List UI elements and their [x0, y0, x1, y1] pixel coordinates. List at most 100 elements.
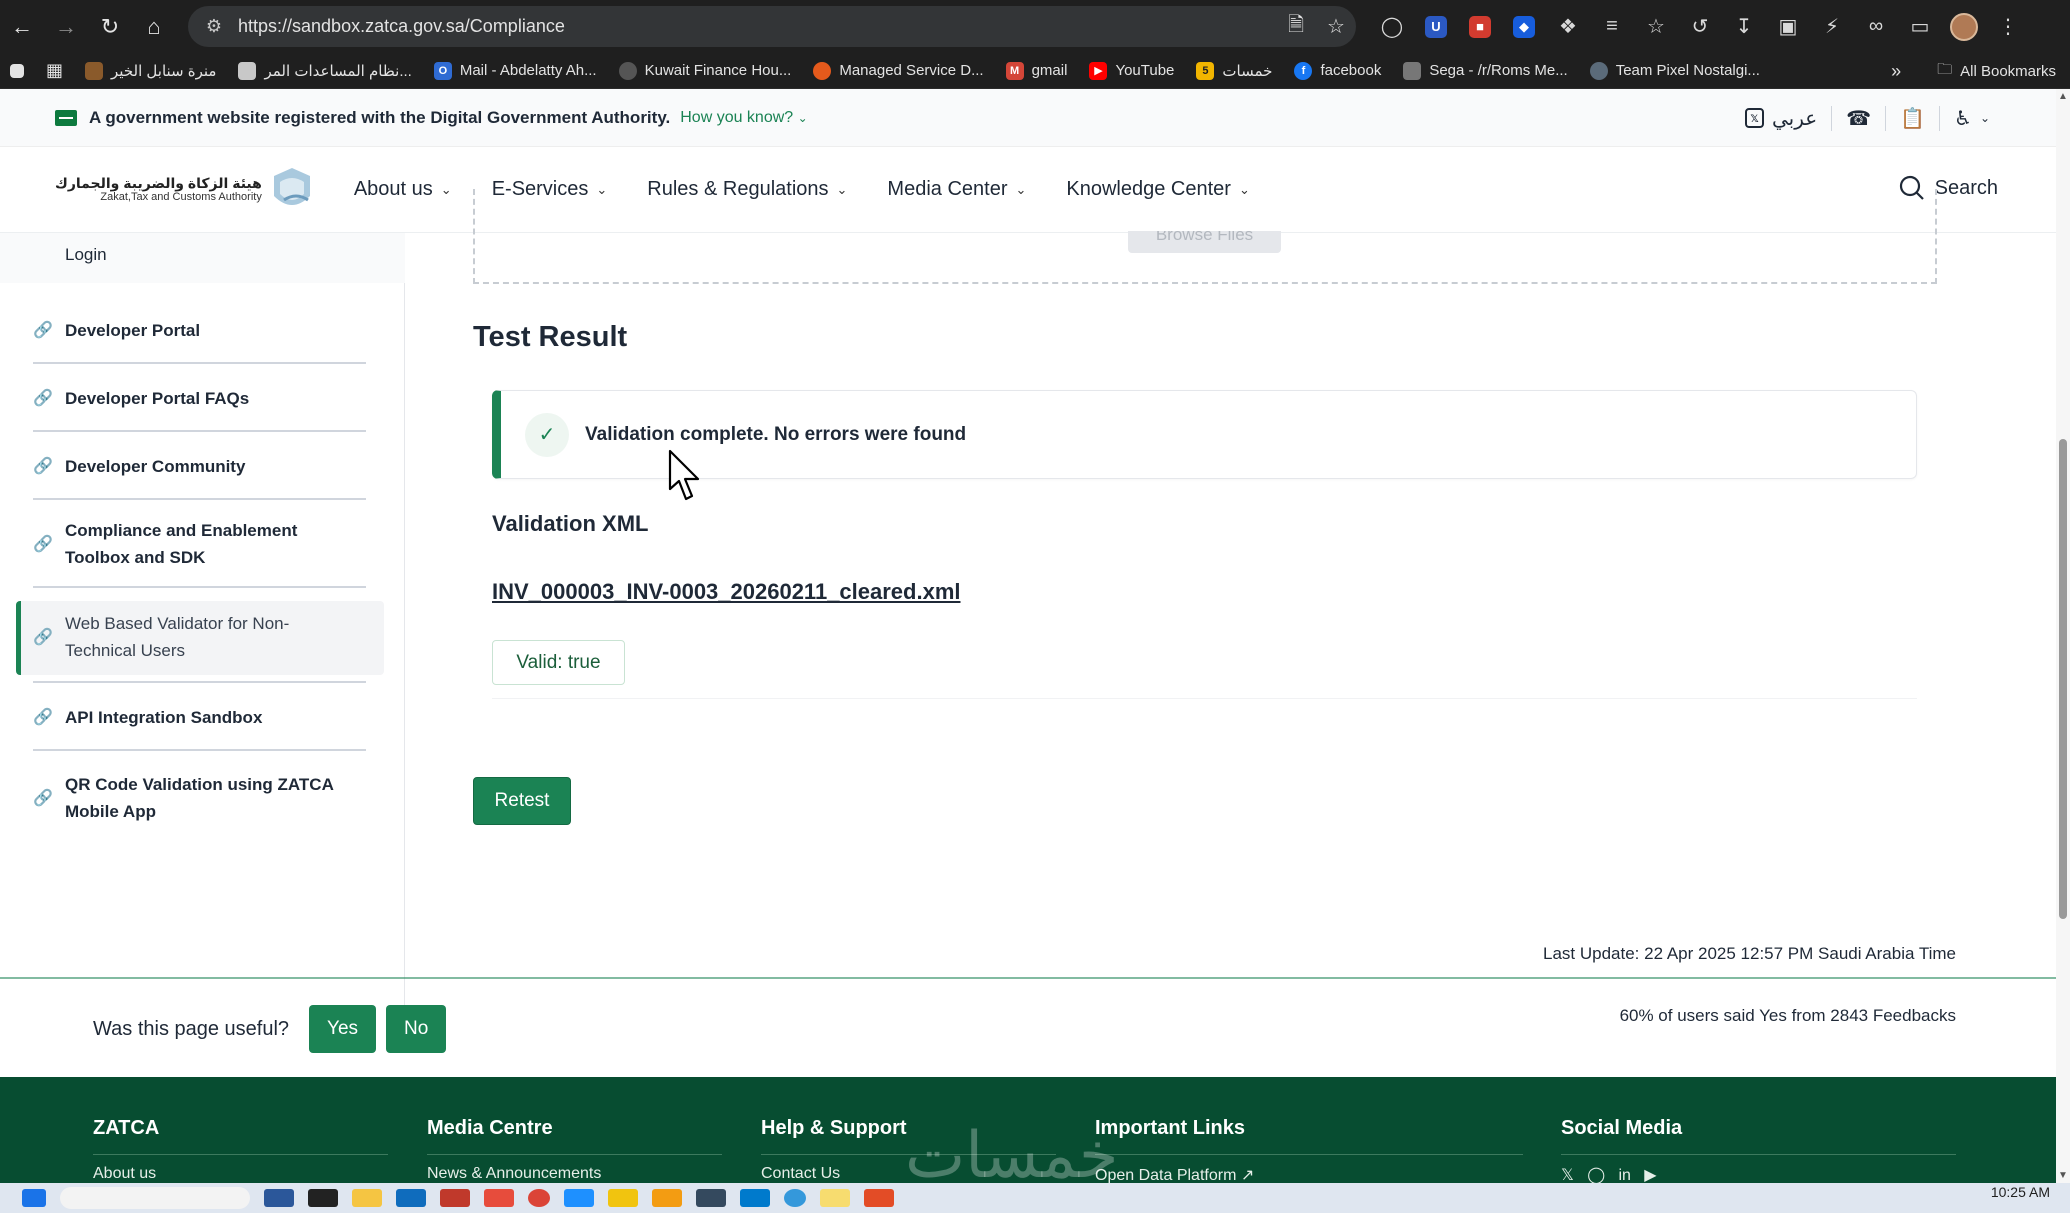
sidebar-login-link[interactable]: Login: [65, 245, 107, 265]
sidebar-item-developer-portal[interactable]: 🔗 Developer Portal: [33, 298, 366, 364]
extension-bitwarden-icon[interactable]: ◆: [1502, 6, 1546, 47]
logo-arabic-text: هيئة الزكاة والضريبة والجمارك: [55, 175, 262, 192]
social-icons: 𝕏 ◯ in ▶: [1561, 1165, 1956, 1183]
instagram-icon[interactable]: ◯: [1587, 1167, 1605, 1183]
screenshot-icon[interactable]: ▣: [1766, 6, 1810, 47]
home-icon[interactable]: ⌂: [132, 5, 176, 49]
taskbar-app-icon[interactable]: [608, 1189, 638, 1207]
phone-icon[interactable]: ☎: [1832, 105, 1887, 131]
zatca-logo[interactable]: هيئة الزكاة والضريبة والجمارك Zakat,Tax …: [55, 166, 314, 214]
sidebar-item-label: Developer Portal FAQs: [65, 388, 250, 408]
chevron-down-icon: ⌄: [440, 181, 452, 197]
scrollbar-thumb[interactable]: [2059, 439, 2067, 919]
linkedin-icon[interactable]: in: [1618, 1167, 1630, 1183]
extension-shield-icon[interactable]: U: [1414, 6, 1458, 47]
zatca-emblem-icon: [273, 167, 310, 205]
sidebar-item-qr-validation[interactable]: 🔗 QR Code Validation using ZATCA Mobile …: [33, 753, 366, 843]
incognito-icon[interactable]: ◯: [1370, 6, 1414, 47]
clipboard-icon[interactable]: 📋: [1886, 105, 1940, 131]
youtube-icon[interactable]: ▶: [1644, 1167, 1656, 1183]
xml-file-link[interactable]: INV_000003_INV-0003_20260211_cleared.xml: [492, 579, 961, 605]
bookmark-item[interactable]: منرة سنابل الخير: [85, 61, 216, 80]
taskbar-app-icon[interactable]: [484, 1189, 514, 1207]
footer-link[interactable]: Open Data Platform ↗: [1095, 1165, 1523, 1183]
how-you-know-link[interactable]: How you know? ⌄: [680, 109, 807, 127]
tab-search-icon[interactable]: ≡: [1590, 6, 1634, 47]
sidebar-item-web-validator[interactable]: 🔗 Web Based Validator for Non-Technical …: [33, 593, 366, 683]
url-text[interactable]: https://sandbox.zatca.gov.sa/Compliance: [238, 16, 1276, 37]
back-icon[interactable]: ←: [0, 5, 44, 49]
bookmark-item[interactable]: نظام المساعدات المر...: [238, 61, 412, 80]
bookmark-item[interactable]: Managed Service D...: [813, 61, 984, 80]
page-icon[interactable]: 🗎: [1276, 10, 1316, 44]
bookmark-item[interactable]: Team Pixel Nostalgi...: [1589, 61, 1760, 80]
feedback-yes-button[interactable]: Yes: [309, 1005, 377, 1053]
bookmark-item[interactable]: Kuwait Finance Hou...: [618, 61, 791, 80]
extension-red-icon[interactable]: ■: [1458, 6, 1502, 47]
translate-icon[interactable]: ⚡: [1810, 6, 1854, 47]
page-scrollbar[interactable]: ▲ ▼: [2056, 89, 2070, 1183]
apps-square-icon[interactable]: [10, 63, 32, 78]
bookmark-item[interactable]: Sega - /r/Roms Me...: [1403, 61, 1568, 80]
taskbar-app-icon[interactable]: [308, 1189, 338, 1207]
link-icon: 🔗: [33, 629, 53, 646]
link-icon[interactable]: ∞: [1854, 6, 1898, 47]
taskbar-app-icon[interactable]: [696, 1189, 726, 1207]
scroll-up-icon[interactable]: ▲: [2058, 91, 2068, 102]
x-icon[interactable]: 𝕏: [1561, 1167, 1574, 1183]
nav-about-us[interactable]: About us ⌄: [354, 178, 452, 201]
chevron-double-right-icon[interactable]: »: [1891, 61, 1901, 82]
puzzle-icon[interactable]: ❖: [1546, 6, 1590, 47]
bookmark-star-icon[interactable]: ☆: [1316, 14, 1356, 39]
folder-icon[interactable]: [352, 1189, 382, 1207]
taskbar-app-icon[interactable]: [396, 1189, 426, 1207]
forward-icon[interactable]: →: [44, 5, 88, 49]
download-icon[interactable]: ↧: [1722, 6, 1766, 47]
retest-button[interactable]: Retest: [473, 777, 571, 825]
taskbar-app-icon[interactable]: [864, 1189, 894, 1207]
menu-kebab-icon[interactable]: ⋮: [1986, 6, 2030, 47]
taskbar-app-icon[interactable]: [652, 1189, 682, 1207]
bookmark-favicon: [1589, 61, 1608, 80]
history-icon[interactable]: ↺: [1678, 6, 1722, 47]
taskbar-clock[interactable]: 10:25 AM: [1991, 1184, 2050, 1200]
link-icon: 🔗: [33, 458, 53, 475]
taskbar-app-icon[interactable]: [564, 1189, 594, 1207]
sidebar-item-api-sandbox[interactable]: 🔗 API Integration Sandbox: [33, 685, 366, 751]
sidebar-item-toolbox-sdk[interactable]: 🔗 Compliance and Enablement Toolbox and …: [33, 502, 366, 588]
windows-start-icon[interactable]: [22, 1189, 46, 1207]
site-info-icon[interactable]: ⚙: [194, 16, 234, 37]
divider: [492, 698, 1917, 699]
chrome-icon[interactable]: [528, 1189, 550, 1207]
feedback-no-button[interactable]: No: [386, 1005, 447, 1053]
taskbar-search-box[interactable]: [60, 1187, 250, 1209]
sidebar-item-developer-portal-faqs[interactable]: 🔗 Developer Portal FAQs: [33, 366, 366, 432]
saudi-flag-icon: [55, 109, 77, 126]
apps-grid-icon[interactable]: ▦: [46, 60, 63, 81]
bookmark-item[interactable]: O Mail - Abdelatty Ah...: [433, 61, 597, 80]
bookmarks-icon[interactable]: ☆: [1634, 6, 1678, 47]
taskbar-app-icon[interactable]: [820, 1189, 850, 1207]
gov-banner-text: A government website registered with the…: [89, 107, 671, 127]
bookmark-item[interactable]: Mgmail: [1005, 61, 1067, 80]
footer-link[interactable]: News & Announcements: [427, 1165, 722, 1183]
browse-files-button[interactable]: Browse Files: [1128, 231, 1281, 253]
vscode-icon[interactable]: [740, 1189, 770, 1207]
bookmark-item[interactable]: f facebook: [1294, 61, 1381, 80]
footer-link[interactable]: About us: [93, 1165, 388, 1183]
language-switch[interactable]: 𝕩 عربي: [1731, 105, 1833, 131]
profile-avatar[interactable]: [1942, 6, 1986, 47]
bookmark-item[interactable]: 5 خمسات: [1196, 61, 1272, 80]
accessibility-icon[interactable]: ♿ ⌄: [1940, 106, 2004, 131]
bookmark-item[interactable]: ▶ YouTube: [1089, 61, 1174, 80]
sidebar-item-label: Web Based Validator for Non-Technical Us…: [65, 614, 290, 660]
taskbar-app-icon[interactable]: [784, 1189, 806, 1207]
all-bookmarks-link[interactable]: All Bookmarks: [1960, 63, 2056, 80]
taskbar-app-icon[interactable]: [440, 1189, 470, 1207]
taskbar-app-icon[interactable]: [264, 1189, 294, 1207]
reload-icon[interactable]: ↻: [88, 5, 132, 49]
sidebar-item-developer-community[interactable]: 🔗 Developer Community: [33, 434, 366, 500]
address-bar[interactable]: ⚙ https://sandbox.zatca.gov.sa/Complianc…: [188, 6, 1356, 47]
scroll-down-icon[interactable]: ▼: [2058, 1170, 2068, 1181]
sidepanel-icon[interactable]: ▭: [1898, 6, 1942, 47]
